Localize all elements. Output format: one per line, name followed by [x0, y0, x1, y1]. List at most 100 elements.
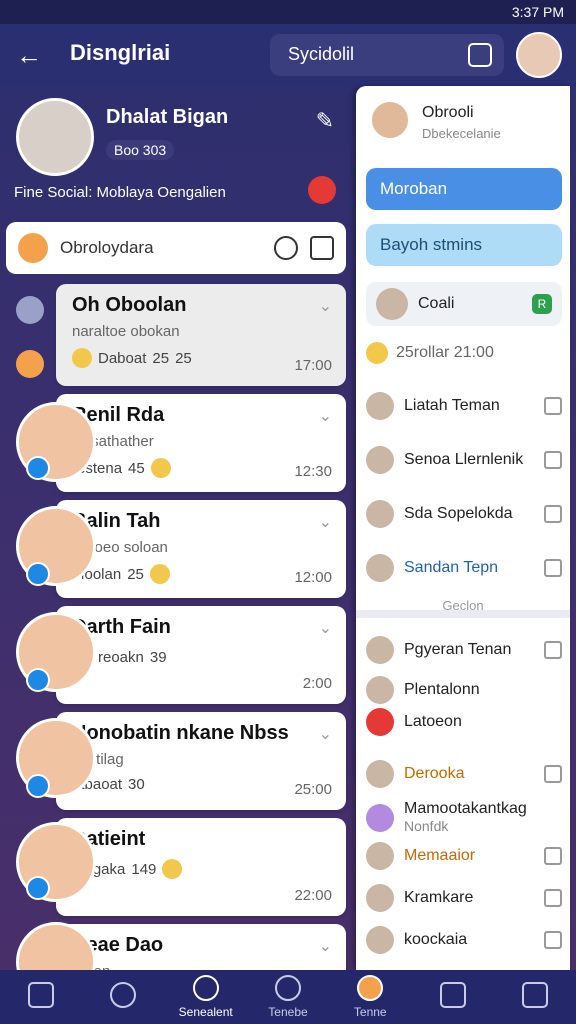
nav-home[interactable]: Senealent [176, 975, 236, 1019]
avatar [366, 884, 394, 912]
chat-name: Datieint [72, 828, 146, 850]
list-item[interactable]: Balin Tah lasloeo soloan Moolan 25 ⌄ 12:0… [56, 500, 346, 598]
contact-item[interactable]: Pgyeran Tenan [366, 632, 562, 668]
search-icon [110, 982, 137, 1008]
chat-count: 45 [128, 459, 145, 477]
contact-name: Mamootakantkag Nonfdk [404, 800, 562, 836]
contact-item[interactable]: Derooka [366, 756, 562, 792]
chevron-down-icon[interactable]: ⌄ [319, 406, 332, 426]
chat-name: Balin Tah [72, 510, 161, 532]
side-icons [16, 296, 46, 404]
list-item[interactable]: Nonobatin nkane Nbss bastilag tabaoat 30 … [56, 712, 346, 810]
chat-time: 12:00 [294, 569, 332, 586]
emoji-icon [72, 348, 92, 368]
contact-name-text: Mamootakantkag [404, 800, 527, 817]
list-item[interactable]: Darth Fain reoakn 39 ⌄ 2:00 [56, 606, 346, 704]
nav-face[interactable]: Tenne [340, 975, 400, 1019]
nav-menu[interactable] [505, 982, 565, 1012]
checkbox[interactable] [544, 889, 562, 907]
contact-name: Sandan Tepn [404, 559, 499, 576]
nav-search[interactable] [93, 982, 153, 1012]
square-icon[interactable] [310, 236, 334, 260]
contact-item[interactable]: koockaia [366, 922, 562, 958]
chat-sub: Rasathather [72, 433, 154, 450]
chevron-down-icon[interactable]: ⌄ [319, 936, 332, 956]
emoji-icon [366, 342, 388, 364]
profile-header: Dhalat Bigan Boo 303 ✎ Fine Social: Mobl… [0, 86, 352, 220]
home-icon [192, 975, 219, 1001]
chat-count: 149 [131, 860, 157, 878]
chevron-down-icon[interactable]: ⌄ [319, 618, 332, 638]
edit-icon[interactable]: ✎ [316, 108, 334, 134]
chat-panel: Dhalat Bigan Boo 303 ✎ Fine Social: Mobl… [0, 86, 352, 1002]
avatar [376, 288, 408, 320]
contact-item[interactable]: Liatah Teman [366, 388, 562, 424]
contact-name: Sda Sopelokda [404, 505, 513, 522]
profile-name: Dhalat Bigan [106, 106, 229, 128]
contact-item[interactable]: Memaaior [366, 838, 562, 874]
contact-item[interactable]: Senoa Llernlenik [366, 442, 562, 478]
checkbox[interactable] [544, 559, 562, 577]
tile-1[interactable]: Moroban [366, 168, 562, 210]
chat-time: 25:00 [294, 781, 332, 798]
tile-label: Moroban [366, 168, 562, 210]
avatar[interactable] [516, 32, 562, 78]
tile-2[interactable]: Bayoh stmins [366, 224, 562, 266]
chevron-down-icon[interactable]: ⌄ [319, 512, 332, 532]
chat-name: Oh Oboolan [72, 294, 187, 316]
list-item[interactable]: Datieint Mogaka 149 22:00 [56, 818, 346, 916]
avatar [366, 500, 394, 528]
chat-time: 17:00 [294, 357, 332, 374]
status-emoji-icon[interactable] [308, 176, 336, 204]
nav-grid[interactable] [11, 982, 71, 1012]
contact-item[interactable]: Plentalonn [366, 672, 562, 708]
avatar[interactable] [370, 100, 410, 140]
compose-icon[interactable] [468, 43, 492, 67]
contact-item[interactable]: Latoeon [366, 704, 562, 740]
checkbox[interactable] [544, 397, 562, 415]
contact-sub: Nonfdk [404, 818, 449, 834]
chat-meta-text: Daboat [98, 349, 147, 367]
contact-item[interactable]: Sda Sopelokda [366, 496, 562, 532]
chat-time: 12:30 [294, 463, 332, 480]
chat-time: 22:00 [294, 887, 332, 904]
status-time: 3:37 PM [511, 4, 564, 20]
status-badge [26, 562, 50, 586]
contact-name: Pgyeran Tenan [404, 641, 512, 658]
status-bar: 3:37 PM [0, 0, 576, 24]
chevron-down-icon[interactable]: ⌄ [319, 724, 332, 744]
coal-label: Coali [418, 295, 455, 312]
profile-avatar[interactable] [16, 98, 94, 176]
chevron-down-icon[interactable]: ⌄ [319, 296, 332, 316]
avatar [366, 842, 394, 870]
checkbox[interactable] [544, 451, 562, 469]
list-item[interactable]: Renil Rda Rasathather restena 45 ⌄ 12:30 [56, 394, 346, 492]
avatar [366, 676, 394, 704]
clock-icon[interactable] [16, 350, 44, 378]
nav-star[interactable] [423, 982, 483, 1012]
coal-row[interactable]: Coali R [366, 282, 562, 326]
green-badge: R [532, 294, 552, 314]
status-badge [26, 668, 50, 692]
user-icon[interactable] [274, 236, 298, 260]
checkbox[interactable] [544, 931, 562, 949]
checkbox[interactable] [544, 847, 562, 865]
nav-time[interactable]: Tenebe [258, 975, 318, 1019]
contact-item[interactable]: Kramkare [366, 880, 562, 916]
list-item[interactable]: Oh Oboolan naraltoe obokan Daboat 25 25 ⌄ … [56, 284, 346, 386]
contact-name: Senoa Llernlenik [404, 451, 524, 468]
checkbox[interactable] [544, 505, 562, 523]
contact-item[interactable]: Sandan Tepn [366, 550, 562, 586]
stat-text: 25rollar 21:00 [396, 344, 494, 361]
checkbox[interactable] [544, 765, 562, 783]
right-title: Obrooli [422, 104, 474, 121]
contact-item[interactable]: Mamootakantkag Nonfdk [366, 798, 562, 838]
emoji-icon [18, 233, 48, 263]
settings-icon[interactable] [16, 296, 44, 324]
back-icon[interactable]: ← [16, 40, 46, 70]
checkbox[interactable] [544, 641, 562, 659]
filter-bar[interactable]: Obroloydara [6, 222, 346, 274]
clock-icon [274, 975, 301, 1001]
search-input[interactable]: Sycidolil [270, 34, 504, 76]
chat-meta: tabaoat 30 [72, 776, 330, 793]
